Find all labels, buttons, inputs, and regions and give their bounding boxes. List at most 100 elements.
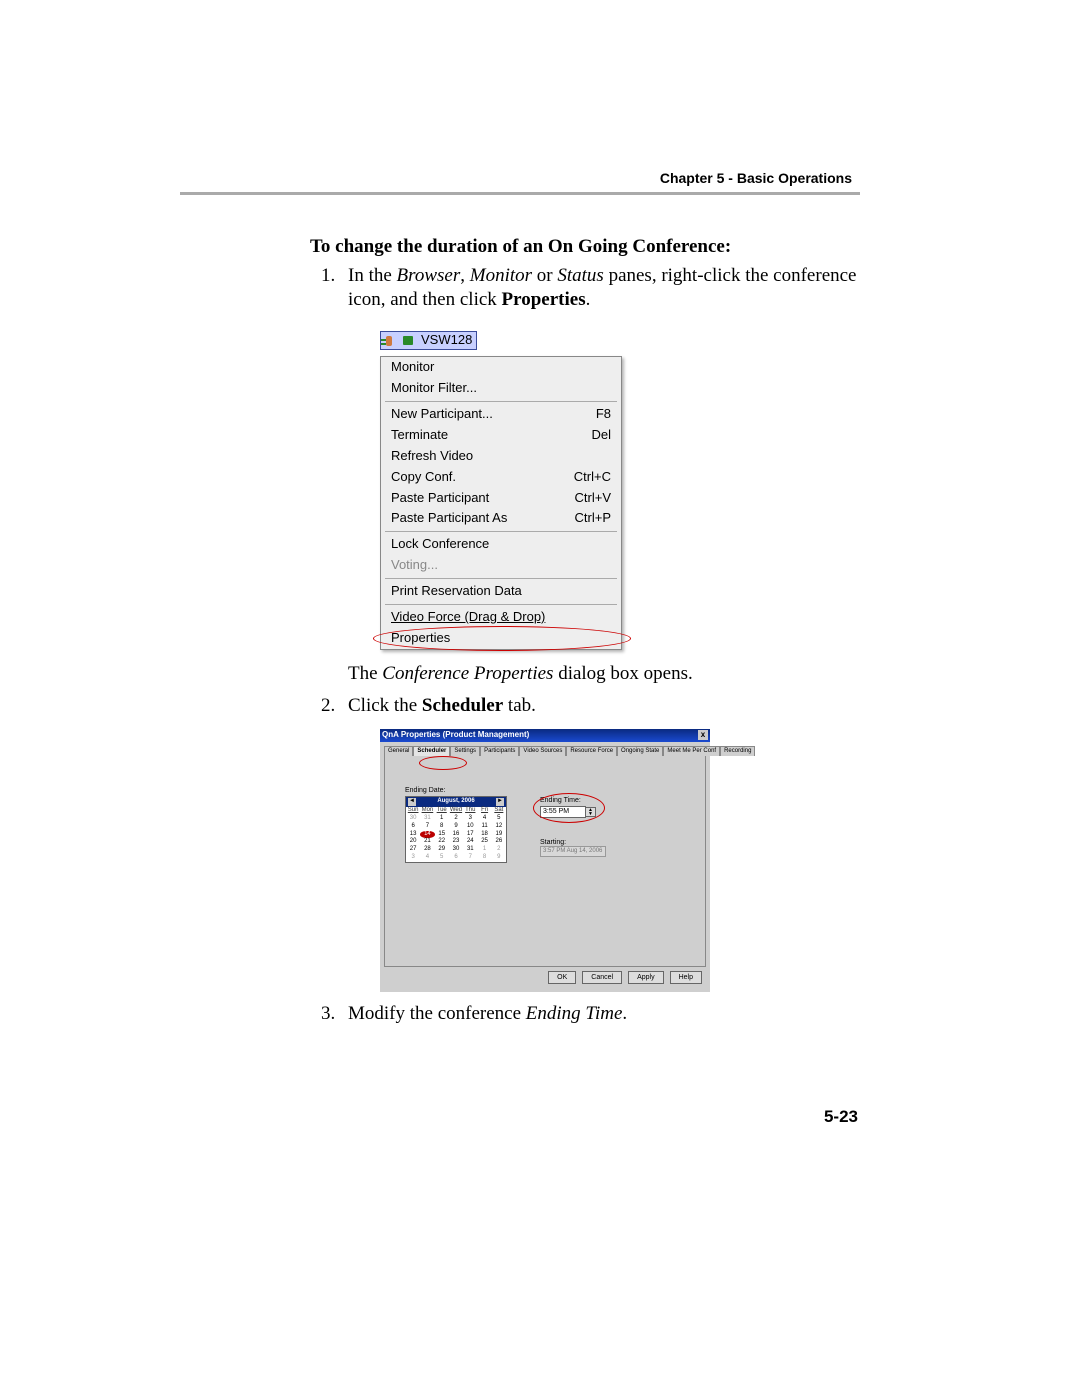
calendar-day[interactable]: 2 (492, 846, 506, 854)
tab-video-sources[interactable]: Video Sources (519, 746, 566, 757)
menu-item[interactable]: Refresh Video (381, 446, 621, 467)
calendar-dow: Fri (477, 807, 491, 815)
menu-item[interactable]: Paste ParticipantCtrl+V (381, 488, 621, 509)
calendar[interactable]: ◄ August, 2006 ► SunMonTueWedThuFriSat30… (405, 796, 507, 862)
calendar-day[interactable]: 9 (492, 854, 506, 862)
calendar-day[interactable]: 22 (435, 838, 449, 846)
section-heading: To change the duration of an On Going Co… (310, 235, 860, 260)
tab-meet-me-per-conf[interactable]: Meet Me Per Conf (663, 746, 720, 757)
calendar-day[interactable]: 12 (492, 823, 506, 831)
step1-result: The Conference Properties dialog box ope… (348, 662, 860, 687)
calendar-day[interactable]: 18 (477, 831, 491, 839)
calendar-day[interactable]: 3 (406, 854, 420, 862)
content-column: To change the duration of an On Going Co… (310, 235, 860, 1027)
ending-time-field[interactable]: 3:55 PM ▲ ▼ (540, 806, 596, 818)
menu-item-label: Refresh Video (391, 448, 473, 465)
calendar-day[interactable]: 7 (463, 854, 477, 862)
calendar-day[interactable]: 25 (477, 838, 491, 846)
menu-item[interactable]: TerminateDel (381, 425, 621, 446)
calendar-day[interactable]: 8 (477, 854, 491, 862)
calendar-day[interactable]: 17 (463, 831, 477, 839)
calendar-day[interactable]: 13 (406, 831, 420, 839)
tab-recording[interactable]: Recording (720, 746, 755, 757)
calendar-day[interactable]: 31 (463, 846, 477, 854)
ending-time-input[interactable]: 3:55 PM (540, 806, 586, 818)
calendar-day[interactable]: 5 (492, 815, 506, 823)
apply-button[interactable]: Apply (628, 971, 664, 984)
calendar-day[interactable]: 4 (477, 815, 491, 823)
calendar-day[interactable]: 9 (449, 823, 463, 831)
calendar-dow: Mon (420, 807, 434, 815)
calendar-day[interactable]: 2 (449, 815, 463, 823)
conference-node[interactable]: VSW128 (380, 331, 477, 350)
close-icon[interactable]: x (698, 730, 708, 740)
tab-resource-force[interactable]: Resource Force (566, 746, 617, 757)
calendar-day[interactable]: 8 (435, 823, 449, 831)
calendar-day[interactable]: 21 (420, 838, 434, 846)
menu-item[interactable]: Monitor (381, 357, 621, 378)
menu-separator (385, 604, 617, 605)
menu-item-label: Terminate (391, 427, 448, 444)
help-button[interactable]: Help (670, 971, 702, 984)
spinner-down-icon[interactable]: ▼ (586, 812, 595, 816)
calendar-day[interactable]: 16 (449, 831, 463, 839)
tab-participants[interactable]: Participants (480, 746, 519, 757)
menu-separator (385, 531, 617, 532)
calendar-day[interactable]: 6 (449, 854, 463, 862)
calendar-day[interactable]: 10 (463, 823, 477, 831)
header-divider (180, 192, 860, 195)
menu-item[interactable]: New Participant...F8 (381, 404, 621, 425)
menu-item-shortcut: Ctrl+C (574, 469, 611, 486)
menu-item[interactable]: Video Force (Drag & Drop) (381, 607, 621, 628)
tab-settings[interactable]: Settings (450, 746, 480, 757)
menu-item-label: Video Force (Drag & Drop) (391, 609, 545, 626)
cancel-button[interactable]: Cancel (582, 971, 622, 984)
calendar-dow: Tue (435, 807, 449, 815)
calendar-prev-icon[interactable]: ◄ (408, 798, 416, 806)
context-menu: MonitorMonitor Filter... New Participant.… (380, 356, 622, 650)
calendar-day[interactable]: 1 (477, 846, 491, 854)
dialog-title: QnA Properties (Product Management) (382, 730, 529, 740)
calendar-day[interactable]: 11 (477, 823, 491, 831)
calendar-day[interactable]: 4 (420, 854, 434, 862)
time-spinner[interactable]: ▲ ▼ (586, 807, 596, 817)
calendar-day[interactable]: 6 (406, 823, 420, 831)
menu-item[interactable]: Print Reservation Data (381, 581, 621, 602)
calendar-day[interactable]: 14 (420, 831, 434, 839)
calendar-day[interactable]: 26 (492, 838, 506, 846)
calendar-day[interactable]: 19 (492, 831, 506, 839)
page-number: 5-23 (824, 1107, 858, 1127)
menu-item[interactable]: Lock Conference (381, 534, 621, 555)
calendar-day[interactable]: 31 (420, 815, 434, 823)
calendar-day[interactable]: 3 (463, 815, 477, 823)
menu-item[interactable]: Paste Participant AsCtrl+P (381, 508, 621, 529)
calendar-dow: Wed (449, 807, 463, 815)
calendar-day[interactable]: 30 (406, 815, 420, 823)
menu-item-label: Print Reservation Data (391, 583, 522, 600)
calendar-next-icon[interactable]: ► (496, 798, 504, 806)
calendar-day[interactable]: 30 (449, 846, 463, 854)
calendar-day[interactable]: 28 (420, 846, 434, 854)
tab-ongoing-state[interactable]: Ongoing State (617, 746, 663, 757)
calendar-day[interactable]: 20 (406, 838, 420, 846)
step-1: In the Browser, Monitor or Status panes,… (340, 264, 860, 687)
calendar-day[interactable]: 24 (463, 838, 477, 846)
menu-item[interactable]: Monitor Filter... (381, 378, 621, 399)
calendar-grid: SunMonTueWedThuFriSat3031123456789101112… (406, 807, 506, 862)
tab-scheduler[interactable]: Scheduler (413, 746, 450, 757)
calendar-day[interactable]: 15 (435, 831, 449, 839)
tab-general[interactable]: General (384, 746, 413, 757)
menu-separator (385, 401, 617, 402)
menu-item: Voting... (381, 555, 621, 576)
calendar-day[interactable]: 5 (435, 854, 449, 862)
menu-separator (385, 578, 617, 579)
calendar-day[interactable]: 23 (449, 838, 463, 846)
calendar-day[interactable]: 7 (420, 823, 434, 831)
calendar-day[interactable]: 1 (435, 815, 449, 823)
menu-item-shortcut: F8 (596, 406, 611, 423)
calendar-day[interactable]: 27 (406, 846, 420, 854)
calendar-day[interactable]: 29 (435, 846, 449, 854)
menu-item[interactable]: Properties (381, 628, 621, 649)
ok-button[interactable]: OK (548, 971, 576, 984)
menu-item[interactable]: Copy Conf.Ctrl+C (381, 467, 621, 488)
